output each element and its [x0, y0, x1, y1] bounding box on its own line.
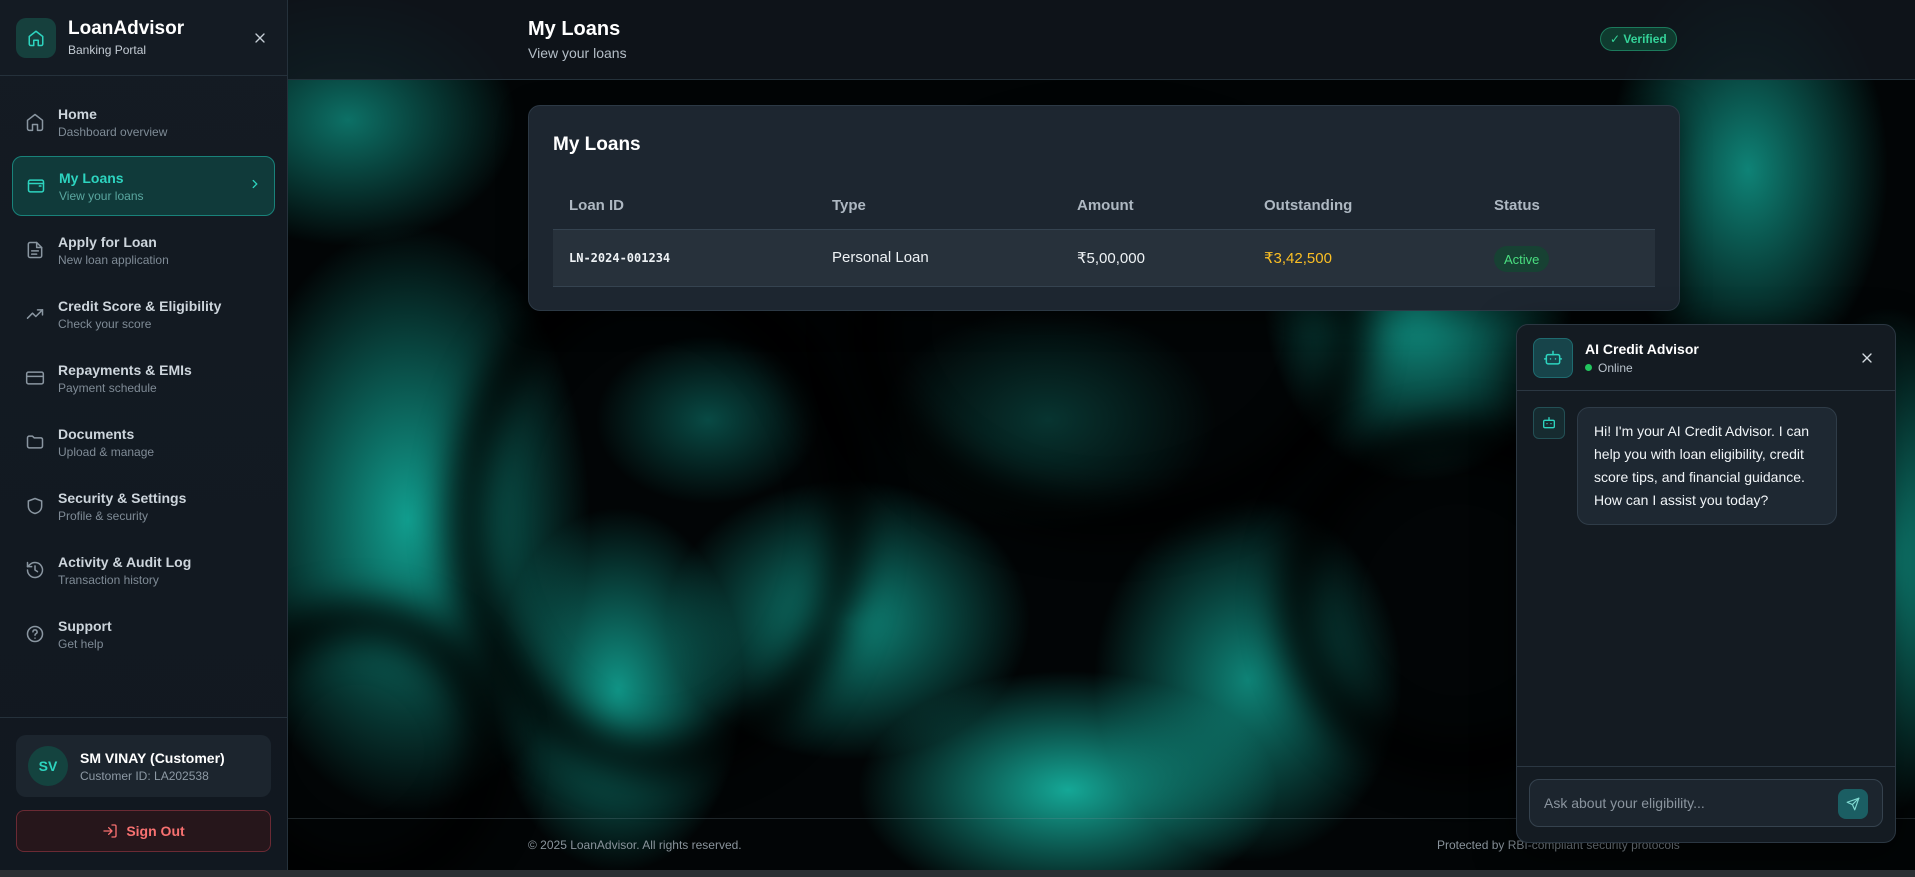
column-header-type: Type — [832, 197, 866, 214]
sidebar-item-activity-log[interactable]: Activity & Audit Log Transaction history — [12, 540, 275, 600]
document-icon — [24, 239, 46, 261]
sidebar-item-label: Home — [58, 105, 97, 122]
sidebar-item-documents[interactable]: Documents Upload & manage — [12, 412, 275, 472]
sidebar-item-sub: Transaction history — [58, 572, 159, 587]
sidebar-item-sub: View your loans — [59, 188, 144, 203]
loan-outstanding-cell: ₹3,42,500 — [1264, 250, 1332, 267]
sidebar-item-support[interactable]: Support Get help — [12, 604, 275, 664]
sidebar-item-credit-score[interactable]: Credit Score & Eligibility Check your sco… — [12, 284, 275, 344]
verified-badge: ✓ Verified — [1600, 27, 1677, 51]
table-row[interactable]: LN-2024-001234 Personal Loan ₹5,00,000 ₹… — [553, 229, 1655, 287]
sign-out-button[interactable]: Sign Out — [16, 810, 271, 852]
sidebar-item-sub: Payment schedule — [58, 380, 157, 395]
shield-icon — [24, 495, 46, 517]
window-bottom-bar — [0, 870, 1915, 877]
status-badge: Active — [1494, 246, 1550, 272]
home-icon — [16, 17, 56, 58]
column-header-amount: Amount — [1077, 197, 1134, 214]
close-icon — [255, 32, 265, 43]
chevron-right-icon — [248, 177, 262, 196]
home-icon — [24, 111, 46, 133]
sidebar: LoanAdvisor Banking Portal Home Dashboard… — [0, 0, 288, 870]
loans-card: My Loans Loan ID Type Amount Outstanding… — [528, 105, 1680, 311]
loan-amount-cell: ₹5,00,000 — [1077, 250, 1145, 267]
folder-icon — [24, 431, 46, 453]
sidebar-item-security[interactable]: Security & Settings Profile & security — [12, 476, 275, 536]
chat-status-text: Online — [1598, 360, 1633, 375]
sign-out-label: Sign Out — [126, 823, 185, 839]
column-header-status: Status — [1494, 197, 1540, 214]
sidebar-item-label: Documents — [58, 425, 135, 442]
brand-subtitle: Banking Portal — [68, 43, 147, 57]
page-title: My Loans — [528, 18, 621, 40]
sidebar-item-label: Credit Score & Eligibility — [58, 297, 222, 314]
footer-copyright: © 2025 LoanAdvisor. All rights reserved. — [528, 838, 742, 852]
sidebar-item-sub: Dashboard overview — [58, 124, 168, 139]
wallet-icon — [25, 175, 47, 197]
sidebar-item-repayments[interactable]: Repayments & EMIs Payment schedule — [12, 348, 275, 408]
history-icon — [24, 559, 46, 581]
column-header-outstanding: Outstanding — [1264, 197, 1353, 214]
send-icon — [1846, 797, 1860, 811]
sidebar-item-home[interactable]: Home Dashboard overview — [12, 92, 275, 152]
ai-chat-panel: AI Credit Advisor Online Hi! I'm your AI… — [1516, 324, 1896, 843]
close-chat-button[interactable] — [1855, 346, 1879, 370]
help-circle-icon — [24, 623, 46, 645]
user-card: SV SM VINAY (Customer) Customer ID: LA20… — [16, 735, 271, 797]
chat-header: AI Credit Advisor Online — [1517, 325, 1895, 391]
page-subtitle: View your loans — [528, 45, 627, 61]
sidebar-nav: Home Dashboard overview My Loans View your… — [0, 76, 287, 664]
trending-up-icon — [24, 303, 46, 325]
sidebar-item-label: My Loans — [59, 169, 124, 186]
chat-input-area — [1517, 766, 1895, 842]
top-header: My Loans View your loans ✓ Verified — [288, 0, 1915, 80]
loan-type-cell: Personal Loan — [832, 249, 929, 266]
user-name: SM VINAY (Customer) — [80, 749, 225, 766]
sidebar-item-sub: Profile & security — [58, 508, 149, 523]
chat-input[interactable] — [1544, 780, 1824, 826]
bot-icon — [1533, 407, 1565, 439]
brand-title: LoanAdvisor — [68, 18, 185, 39]
bot-icon — [1533, 337, 1573, 378]
close-sidebar-button[interactable] — [249, 27, 271, 49]
card-title: My Loans — [553, 134, 641, 155]
send-button[interactable] — [1838, 789, 1868, 819]
loan-id-cell: LN-2024-001234 — [569, 251, 671, 265]
sidebar-item-sub: Get help — [58, 636, 104, 651]
sidebar-item-sub: New loan application — [58, 252, 169, 267]
sidebar-item-my-loans[interactable]: My Loans View your loans — [12, 156, 275, 216]
sidebar-item-label: Security & Settings — [58, 489, 187, 506]
sidebar-item-label: Repayments & EMIs — [58, 361, 192, 378]
chat-status: Online — [1585, 361, 1699, 375]
online-dot — [1585, 364, 1592, 371]
sidebar-item-label: Support — [58, 617, 112, 634]
sidebar-item-apply-loan[interactable]: Apply for Loan New loan application — [12, 220, 275, 280]
sidebar-item-sub: Upload & manage — [58, 444, 155, 459]
sidebar-item-label: Activity & Audit Log — [58, 553, 192, 570]
credit-card-icon — [24, 367, 46, 389]
log-out-icon — [103, 824, 117, 838]
brand-header: LoanAdvisor Banking Portal — [0, 0, 287, 76]
avatar: SV — [28, 746, 68, 786]
sidebar-item-sub: Check your score — [58, 316, 152, 331]
customer-id: Customer ID: LA202538 — [80, 768, 209, 783]
column-header-loan-id: Loan ID — [569, 197, 624, 214]
chat-input-box — [1529, 779, 1883, 827]
close-icon — [1862, 352, 1872, 363]
message-bubble: Hi! I'm your AI Credit Advisor. I can he… — [1577, 407, 1837, 525]
sidebar-item-label: Apply for Loan — [58, 233, 157, 250]
chat-message: Hi! I'm your AI Credit Advisor. I can he… — [1517, 391, 1895, 525]
chat-title: AI Credit Advisor — [1585, 340, 1699, 357]
divider — [0, 717, 287, 718]
